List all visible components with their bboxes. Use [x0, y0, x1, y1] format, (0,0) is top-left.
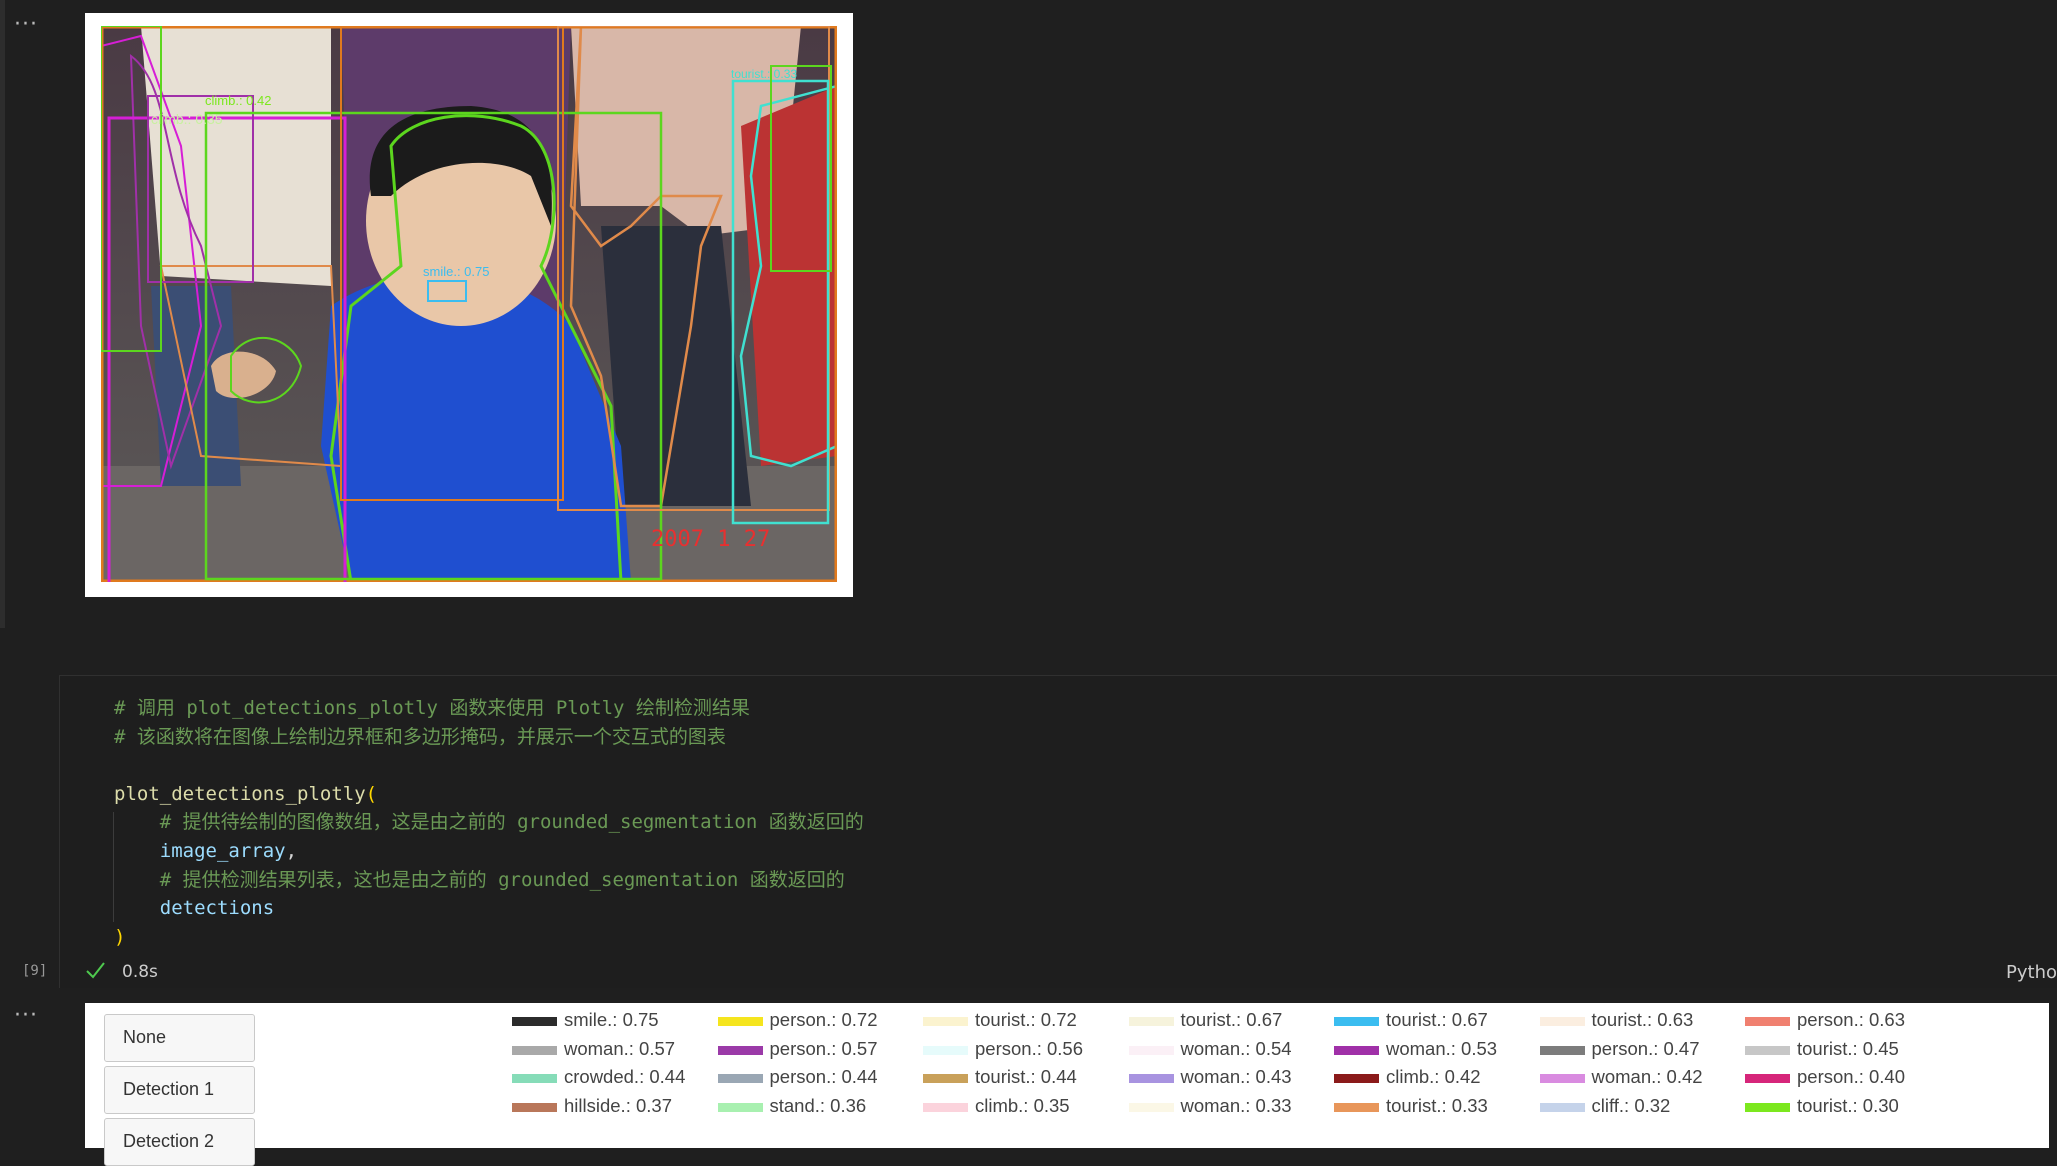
argument: detections	[159, 897, 275, 920]
code-comment: # 提供检测结果列表，这也是由之前的 grounded_segmentation…	[159, 868, 845, 891]
code-comment: # 提供待绘制的图像数组，这是由之前的 grounded_segmentatio…	[159, 811, 864, 834]
legend-label: tourist.: 0.45	[1797, 1037, 1899, 1059]
legend-label: person.: 0.47	[1591, 1037, 1700, 1059]
plotly-output: None Detection 1 Detection 2 smile.: 0.7…	[85, 1003, 2049, 1166]
legend-label: person.: 0.57	[769, 1037, 878, 1059]
button-detection-1[interactable]: Detection 1	[104, 1066, 255, 1114]
legend-label: woman.: 0.33	[1180, 1094, 1292, 1116]
legend-label: woman.: 0.43	[1180, 1066, 1292, 1087]
legend-swatch	[1539, 1102, 1585, 1112]
legend-swatch	[717, 1102, 763, 1112]
legend-swatch	[512, 1017, 557, 1026]
legend-swatch	[1334, 1045, 1379, 1055]
legend-label: tourist.: 0.67	[1180, 1009, 1283, 1030]
legend-swatch	[923, 1074, 968, 1083]
legend-swatch	[923, 1045, 968, 1055]
legend-swatch	[1745, 1045, 1790, 1055]
legend-swatch	[1128, 1017, 1174, 1026]
code-cell[interactable]: # 调用 plot_detections_plotly 函数来使用 Plotly…	[59, 675, 2057, 988]
legend-swatch	[1334, 1102, 1379, 1112]
button-none[interactable]: None	[104, 1014, 255, 1062]
legend-label: person.: 0.44	[769, 1066, 878, 1087]
open-paren: (	[365, 782, 378, 805]
legend-swatch	[1539, 1074, 1585, 1083]
legend-swatch	[923, 1017, 968, 1026]
svg-text:climb.: 0.42: climb.: 0.42	[205, 93, 271, 108]
legend-label: hillside.: 0.37	[564, 1094, 672, 1116]
kernel-language[interactable]: Pytho	[2006, 962, 2057, 983]
legend-swatch	[1334, 1017, 1379, 1026]
close-paren: )	[114, 925, 126, 948]
execution-count: [9]	[22, 963, 48, 979]
legend-label: woman.: 0.53	[1386, 1037, 1498, 1059]
legend-label: tourist.: 0.30	[1797, 1094, 1899, 1116]
legend-swatch	[1128, 1074, 1174, 1083]
legend-swatch	[1745, 1017, 1790, 1026]
legend-label: stand.: 0.36	[769, 1094, 867, 1116]
checkmark-icon	[86, 962, 105, 979]
legend-swatch	[1128, 1045, 1174, 1055]
legend-swatch	[512, 1074, 557, 1083]
code-editor[interactable]: # 调用 plot_detections_plotly 函数来使用 Plotly…	[114, 694, 864, 951]
detection-image: climb.: 0.35 climb.: 0.42 smile.: 0.75 t…	[101, 26, 837, 582]
function-call: plot_detections_plotly	[114, 782, 366, 805]
legend-label: tourist.: 0.67	[1386, 1009, 1488, 1030]
legend-label: tourist.: 0.63	[1591, 1009, 1694, 1030]
indent-guide	[113, 812, 114, 922]
legend-swatch	[1745, 1102, 1790, 1112]
button-detection-2[interactable]: Detection 2	[104, 1118, 255, 1166]
legend-swatch	[512, 1045, 557, 1055]
legend-swatch	[1334, 1074, 1379, 1083]
legend-label: woman.: 0.57	[564, 1037, 676, 1059]
legend-swatch	[1539, 1045, 1585, 1055]
legend-label: tourist.: 0.72	[975, 1009, 1077, 1030]
legend-label: cliff.: 0.32	[1591, 1094, 1671, 1116]
legend-label: woman.: 0.42	[1591, 1066, 1703, 1087]
legend-swatch	[1745, 1074, 1790, 1083]
legend-label: person.: 0.40	[1797, 1066, 1905, 1087]
legend-swatch	[717, 1017, 763, 1026]
code-comment: # 调用 plot_detections_plotly 函数来使用 Plotly…	[114, 697, 750, 719]
output-menu-icon[interactable]: ···	[14, 14, 38, 36]
svg-text:tourist.: 0.33: tourist.: 0.33	[731, 67, 797, 81]
legend-swatch	[512, 1102, 557, 1112]
legend-swatch	[717, 1074, 763, 1083]
execution-time: 0.8s	[122, 962, 158, 982]
legend-label: smile.: 0.75	[564, 1009, 659, 1030]
legend-label: climb.: 0.35	[975, 1094, 1070, 1116]
legend-swatch	[717, 1045, 763, 1055]
legend-swatch	[923, 1102, 968, 1112]
legend-label: woman.: 0.54	[1180, 1037, 1292, 1059]
legend-label: person.: 0.63	[1797, 1009, 1905, 1030]
legend-label: climb.: 0.42	[1386, 1066, 1481, 1087]
legend-label: person.: 0.56	[975, 1037, 1083, 1059]
cell-gutter-bar	[0, 0, 5, 628]
legend-label: tourist.: 0.44	[975, 1066, 1077, 1087]
svg-text:climb.: 0.35: climb.: 0.35	[151, 111, 223, 127]
output-menu-icon[interactable]: ···	[14, 1005, 38, 1027]
legend-swatch	[1539, 1017, 1585, 1026]
code-comment: # 该函数将在图像上绘制边界框和多边形掩码，并展示一个交互式的图表	[114, 725, 726, 748]
legend-label: person.: 0.72	[769, 1009, 878, 1030]
svg-text:2007 1 27: 2007 1 27	[651, 527, 770, 552]
comma: ,	[285, 839, 298, 862]
legend-swatch	[1128, 1102, 1174, 1112]
argument: image_array	[159, 839, 286, 862]
legend-label: tourist.: 0.33	[1386, 1094, 1488, 1116]
legend-label: crowded.: 0.44	[564, 1066, 686, 1087]
svg-text:smile.: 0.75: smile.: 0.75	[423, 264, 489, 279]
output-image-panel: climb.: 0.35 climb.: 0.42 smile.: 0.75 t…	[85, 13, 853, 597]
